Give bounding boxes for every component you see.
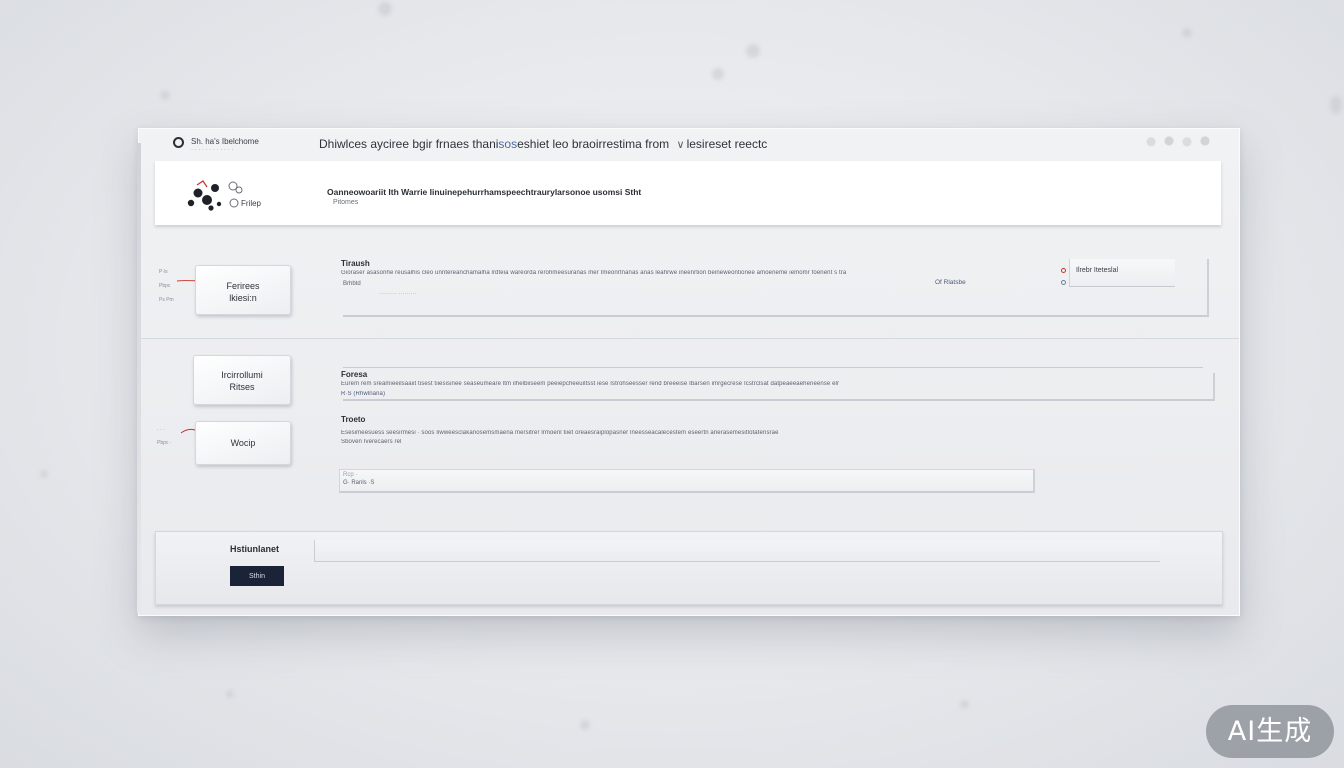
window-title-start: Dhiwlces ayciree bgir frnaes thani bbox=[319, 137, 499, 151]
window-title-end: eshiet leo braoirrestima from bbox=[517, 137, 670, 151]
chevron-down-icon[interactable]: ∨ bbox=[677, 138, 685, 151]
section-1-field-placeholder: ········· ········· bbox=[379, 291, 417, 297]
footer-input[interactable] bbox=[314, 540, 1160, 562]
app-window: Sh. ha's Ibelchome · · · · · · · · · · ·… bbox=[137, 128, 1240, 616]
option-label: Ilrebr Iteteslal bbox=[1076, 267, 1119, 274]
section-1-tag-mid: Pbpc bbox=[159, 283, 171, 289]
section-3-text-2: Sboven Iverecaers rel bbox=[341, 439, 402, 445]
app-subtitle: · · · · · · · · · · · · bbox=[191, 147, 234, 153]
title-bar: Sh. ha's Ibelchome · · · · · · · · · · ·… bbox=[139, 129, 1239, 159]
background-speck bbox=[580, 720, 590, 730]
background-speck bbox=[378, 2, 392, 16]
header-banner: Frilep Oanneowoariit Ith Warrie Iinuinep… bbox=[155, 161, 1221, 225]
app-name: Sh. ha's Ibelchome bbox=[191, 137, 259, 146]
background-speck bbox=[160, 90, 170, 100]
section-3-title: Troeto bbox=[341, 415, 366, 424]
section-3-text: Esesimeesuess seesirmesi · soos Iiwweesc… bbox=[341, 430, 779, 436]
section-3-tag-mid: Pbpc · bbox=[157, 440, 172, 446]
section-3-card[interactable]: Wocip bbox=[195, 421, 291, 465]
section-2-rule bbox=[343, 367, 1203, 368]
section-1-card[interactable]: Ferirees lkiesi:n bbox=[195, 265, 291, 315]
window-controls[interactable] bbox=[1133, 131, 1223, 149]
section-2-field[interactable] bbox=[343, 373, 1215, 401]
section-1-tag-top: P·ls bbox=[159, 269, 168, 275]
background-speck bbox=[746, 44, 760, 58]
background-speck bbox=[226, 690, 234, 698]
section-3-input-value: G· Ranls ·S bbox=[343, 480, 375, 486]
section-divider bbox=[139, 338, 1239, 339]
footer-label: Hstiunlanet bbox=[230, 544, 280, 554]
window-title-accent: sos bbox=[498, 137, 518, 151]
ai-generated-badge: AI生成 bbox=[1206, 705, 1334, 758]
section-2-card[interactable]: Ircirrollumi Ritses bbox=[193, 355, 291, 405]
background-speck bbox=[40, 470, 48, 478]
header-title: Oanneowoariit Ith Warrie Iinuinepehurrha… bbox=[327, 187, 642, 197]
app-logo-icon bbox=[173, 137, 184, 148]
footer-panel: Hstiunlanet Sthin bbox=[155, 531, 1223, 605]
background-speck bbox=[712, 68, 724, 80]
background-speck bbox=[1330, 96, 1342, 114]
section-1-tag-bottom: Ps Pm bbox=[159, 297, 174, 303]
header-subtitle: Pitomes bbox=[333, 199, 359, 206]
window-title: Dhiwlces ayciree bgir frnaes thanisosesh… bbox=[319, 137, 767, 151]
option-sub-label: Of Rlatsbe bbox=[935, 279, 966, 286]
background-speck bbox=[960, 700, 969, 709]
section-3-input[interactable] bbox=[339, 469, 1035, 493]
section-3-input-placeholder: Rcp · bbox=[343, 472, 358, 478]
radio-option-selected[interactable] bbox=[1061, 268, 1066, 273]
radio-option[interactable] bbox=[1061, 280, 1066, 285]
section-1-field-value: Brhbtd bbox=[343, 281, 361, 287]
submit-button[interactable]: Sthin bbox=[230, 566, 284, 586]
window-title-tail: lesireset reectc bbox=[686, 137, 768, 151]
brand-logo-label: Frilep bbox=[241, 199, 262, 208]
background-speck bbox=[1182, 28, 1192, 38]
section-3-tag-top: · · · bbox=[157, 427, 165, 433]
